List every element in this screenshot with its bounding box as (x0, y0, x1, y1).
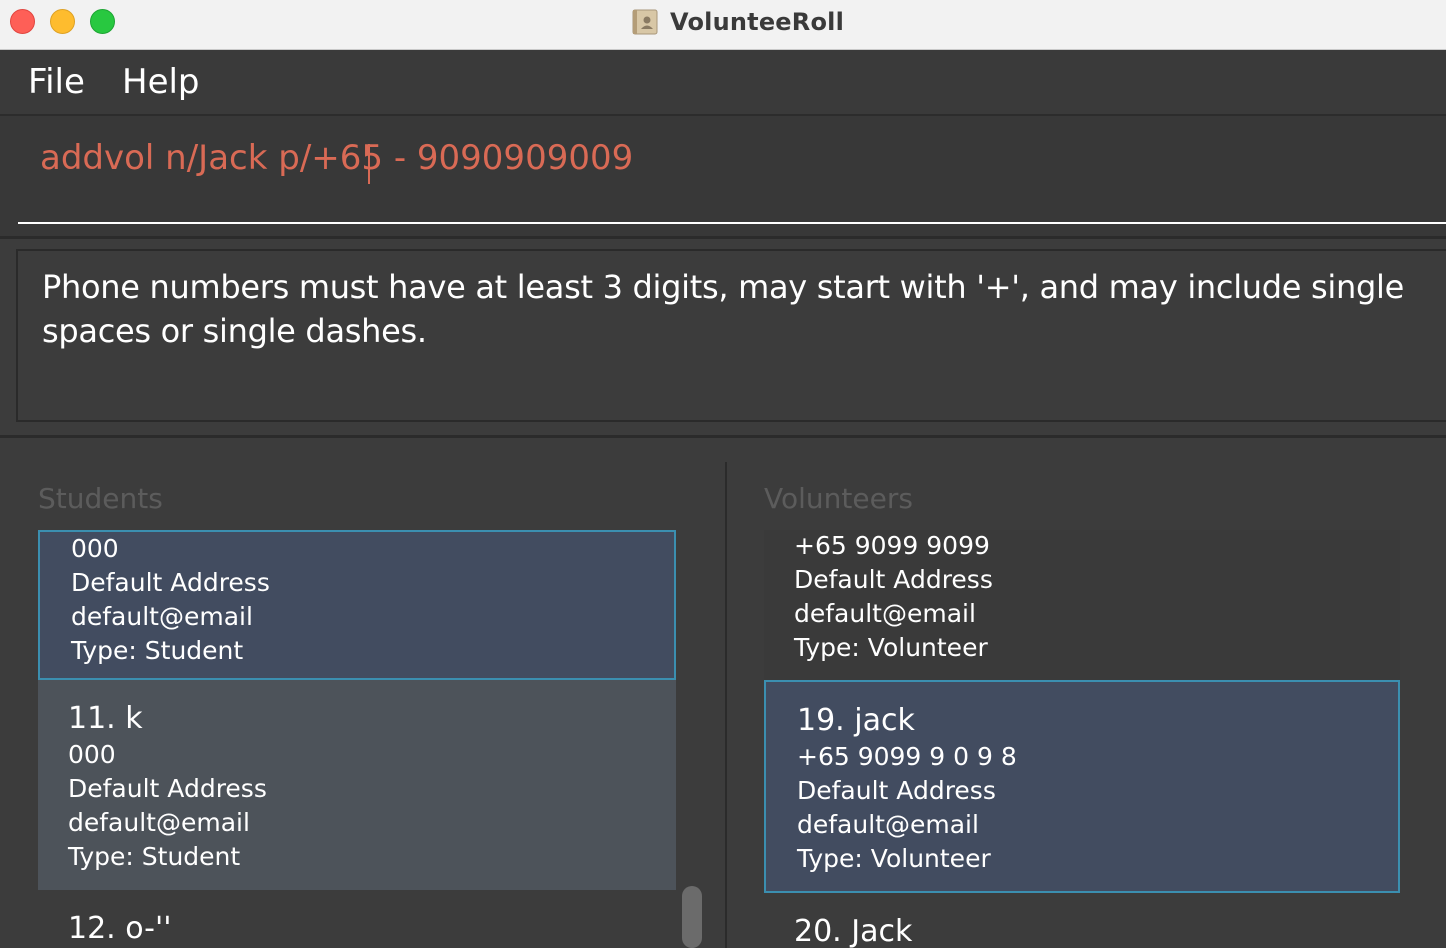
result-message: Phone numbers must have at least 3 digit… (42, 268, 1404, 350)
student-name: 11. k (68, 701, 143, 736)
students-panel-label: Students (38, 482, 163, 515)
app-contacts-icon (632, 9, 658, 35)
separator (0, 236, 1446, 239)
student-email: default@email (71, 602, 253, 631)
command-input[interactable]: addvol n/Jack p/+65 - 9090909009 (40, 138, 633, 178)
panel-divider[interactable] (725, 462, 727, 948)
title-group: VolunteeRoll (632, 7, 844, 37)
student-phone: 000 (71, 534, 119, 563)
volunteer-type: Type: Volunteer (797, 844, 991, 873)
volunteer-card[interactable]: 20. Jack (764, 893, 1400, 948)
minimize-window-icon[interactable] (50, 9, 75, 34)
student-address: Default Address (71, 568, 270, 597)
student-phone: 000 (68, 740, 116, 769)
volunteer-phone: +65 9099 9099 (794, 531, 990, 560)
volunteer-phone: +65 9099 9 0 9 8 (797, 742, 1017, 771)
student-card[interactable]: 000 Default Address default@email Type: … (38, 530, 676, 680)
student-name: 12. o-'' (68, 911, 172, 946)
separator (0, 435, 1446, 438)
volunteers-panel-label: Volunteers (764, 482, 913, 515)
volunteer-email: default@email (797, 810, 979, 839)
volunteer-email: default@email (794, 599, 976, 628)
student-type: Type: Student (68, 842, 241, 871)
title-bar: VolunteeRoll (0, 0, 1446, 50)
student-email: default@email (68, 808, 250, 837)
students-list[interactable]: 000 Default Address default@email Type: … (38, 530, 676, 948)
maximize-window-icon[interactable] (90, 9, 115, 34)
volunteer-name: 20. Jack (794, 914, 913, 948)
volunteer-address: Default Address (794, 565, 993, 594)
menu-file[interactable]: File (28, 62, 85, 102)
volunteer-card[interactable]: 19. jack +65 9099 9 0 9 8 Default Addres… (764, 680, 1400, 893)
student-address: Default Address (68, 774, 267, 803)
volunteer-address: Default Address (797, 776, 996, 805)
command-box[interactable]: addvol n/Jack p/+65 - 9090909009 (0, 116, 1446, 236)
volunteer-name: 19. jack (797, 703, 915, 738)
students-scrollbar[interactable] (682, 886, 702, 948)
menu-bar: File Help (0, 50, 1446, 116)
close-window-icon[interactable] (10, 9, 35, 34)
student-card[interactable]: 12. o-'' (38, 890, 676, 948)
result-display: Phone numbers must have at least 3 digit… (16, 249, 1446, 422)
menu-help[interactable]: Help (122, 62, 200, 102)
command-input-underline (18, 222, 1446, 224)
volunteer-type: Type: Volunteer (794, 633, 988, 662)
volunteers-list[interactable]: +65 9099 9099 Default Address default@em… (764, 530, 1400, 948)
volunteer-card[interactable]: +65 9099 9099 Default Address default@em… (764, 530, 1400, 680)
text-caret (368, 144, 370, 184)
student-type: Type: Student (71, 636, 244, 665)
student-card[interactable]: 11. k 000 Default Address default@email … (38, 680, 676, 890)
window-title: VolunteeRoll (670, 8, 844, 36)
